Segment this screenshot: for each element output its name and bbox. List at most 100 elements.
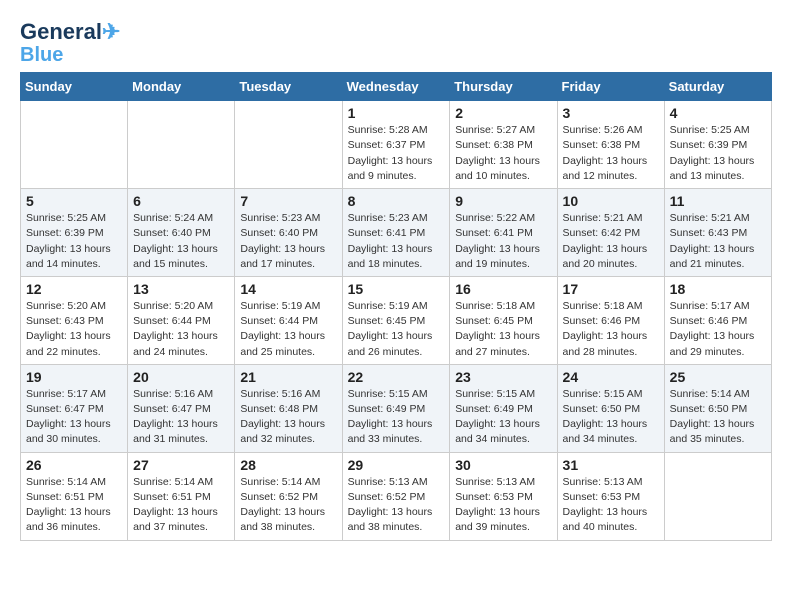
day-detail: Sunrise: 5:20 AM Sunset: 6:43 PM Dayligh… bbox=[26, 299, 122, 360]
day-number: 22 bbox=[348, 369, 445, 385]
day-detail: Sunrise: 5:17 AM Sunset: 6:47 PM Dayligh… bbox=[26, 387, 122, 448]
day-number: 6 bbox=[133, 193, 229, 209]
day-number: 31 bbox=[563, 457, 659, 473]
day-detail: Sunrise: 5:16 AM Sunset: 6:47 PM Dayligh… bbox=[133, 387, 229, 448]
day-number: 27 bbox=[133, 457, 229, 473]
day-number: 2 bbox=[455, 105, 551, 121]
day-number: 11 bbox=[670, 193, 766, 209]
day-detail: Sunrise: 5:17 AM Sunset: 6:46 PM Dayligh… bbox=[670, 299, 766, 360]
calendar-cell: 5 Sunrise: 5:25 AM Sunset: 6:39 PM Daylig… bbox=[21, 189, 128, 277]
day-number: 12 bbox=[26, 281, 122, 297]
day-detail: Sunrise: 5:18 AM Sunset: 6:46 PM Dayligh… bbox=[563, 299, 659, 360]
calendar-cell bbox=[21, 101, 128, 189]
calendar-header-row: SundayMondayTuesdayWednesdayThursdayFrid… bbox=[21, 73, 772, 101]
calendar-cell: 11 Sunrise: 5:21 AM Sunset: 6:43 PM Dayli… bbox=[664, 189, 771, 277]
day-detail: Sunrise: 5:13 AM Sunset: 6:53 PM Dayligh… bbox=[563, 475, 659, 536]
calendar-cell: 26 Sunrise: 5:14 AM Sunset: 6:51 PM Dayli… bbox=[21, 452, 128, 540]
day-number: 18 bbox=[670, 281, 766, 297]
calendar-cell: 8 Sunrise: 5:23 AM Sunset: 6:41 PM Daylig… bbox=[342, 189, 450, 277]
calendar-cell: 12 Sunrise: 5:20 AM Sunset: 6:43 PM Dayli… bbox=[21, 276, 128, 364]
calendar-cell: 16 Sunrise: 5:18 AM Sunset: 6:45 PM Dayli… bbox=[450, 276, 557, 364]
day-detail: Sunrise: 5:15 AM Sunset: 6:49 PM Dayligh… bbox=[455, 387, 551, 448]
calendar-cell bbox=[664, 452, 771, 540]
calendar-week-row: 12 Sunrise: 5:20 AM Sunset: 6:43 PM Dayli… bbox=[21, 276, 772, 364]
day-number: 1 bbox=[348, 105, 445, 121]
logo: General✈ Blue bbox=[20, 20, 120, 66]
calendar-cell: 13 Sunrise: 5:20 AM Sunset: 6:44 PM Dayli… bbox=[128, 276, 235, 364]
day-number: 14 bbox=[240, 281, 336, 297]
day-number: 15 bbox=[348, 281, 445, 297]
day-number: 19 bbox=[26, 369, 122, 385]
calendar-cell: 21Sunrise: 5:16 AM Sunset: 6:48 PM Dayli… bbox=[235, 364, 342, 452]
calendar-cell: 14 Sunrise: 5:19 AM Sunset: 6:44 PM Dayli… bbox=[235, 276, 342, 364]
day-number: 28 bbox=[240, 457, 336, 473]
day-detail: Sunrise: 5:14 AM Sunset: 6:50 PM Dayligh… bbox=[670, 387, 766, 448]
calendar-table: SundayMondayTuesdayWednesdayThursdayFrid… bbox=[20, 72, 772, 540]
day-detail: Sunrise: 5:24 AM Sunset: 6:40 PM Dayligh… bbox=[133, 211, 229, 272]
day-detail: Sunrise: 5:25 AM Sunset: 6:39 PM Dayligh… bbox=[26, 211, 122, 272]
calendar-cell: 1Sunrise: 5:28 AM Sunset: 6:37 PM Daylig… bbox=[342, 101, 450, 189]
day-detail: Sunrise: 5:14 AM Sunset: 6:51 PM Dayligh… bbox=[133, 475, 229, 536]
calendar-cell bbox=[235, 101, 342, 189]
day-number: 7 bbox=[240, 193, 336, 209]
day-detail: Sunrise: 5:16 AM Sunset: 6:48 PM Dayligh… bbox=[240, 387, 336, 448]
day-number: 3 bbox=[563, 105, 659, 121]
day-detail: Sunrise: 5:14 AM Sunset: 6:51 PM Dayligh… bbox=[26, 475, 122, 536]
calendar-cell: 9 Sunrise: 5:22 AM Sunset: 6:41 PM Daylig… bbox=[450, 189, 557, 277]
day-number: 24 bbox=[563, 369, 659, 385]
calendar-cell: 27 Sunrise: 5:14 AM Sunset: 6:51 PM Dayli… bbox=[128, 452, 235, 540]
day-number: 17 bbox=[563, 281, 659, 297]
calendar-cell: 23 Sunrise: 5:15 AM Sunset: 6:49 PM Dayli… bbox=[450, 364, 557, 452]
calendar-cell: 24 Sunrise: 5:15 AM Sunset: 6:50 PM Dayli… bbox=[557, 364, 664, 452]
calendar-cell: 7 Sunrise: 5:23 AM Sunset: 6:40 PM Daylig… bbox=[235, 189, 342, 277]
day-detail: Sunrise: 5:20 AM Sunset: 6:44 PM Dayligh… bbox=[133, 299, 229, 360]
day-detail: Sunrise: 5:18 AM Sunset: 6:45 PM Dayligh… bbox=[455, 299, 551, 360]
day-number: 5 bbox=[26, 193, 122, 209]
day-number: 29 bbox=[348, 457, 445, 473]
calendar-cell: 2 Sunrise: 5:27 AM Sunset: 6:38 PM Daylig… bbox=[450, 101, 557, 189]
day-number: 20 bbox=[133, 369, 229, 385]
day-number: 13 bbox=[133, 281, 229, 297]
day-detail: Sunrise: 5:26 AM Sunset: 6:38 PM Dayligh… bbox=[563, 123, 659, 184]
day-detail: Sunrise: 5:15 AM Sunset: 6:49 PM Dayligh… bbox=[348, 387, 445, 448]
column-header-monday: Monday bbox=[128, 73, 235, 101]
day-number: 9 bbox=[455, 193, 551, 209]
calendar-cell: 15Sunrise: 5:19 AM Sunset: 6:45 PM Dayli… bbox=[342, 276, 450, 364]
column-header-friday: Friday bbox=[557, 73, 664, 101]
column-header-sunday: Sunday bbox=[21, 73, 128, 101]
calendar-cell: 17 Sunrise: 5:18 AM Sunset: 6:46 PM Dayli… bbox=[557, 276, 664, 364]
page-header: General✈ Blue bbox=[20, 20, 772, 66]
column-header-tuesday: Tuesday bbox=[235, 73, 342, 101]
day-detail: Sunrise: 5:13 AM Sunset: 6:53 PM Dayligh… bbox=[455, 475, 551, 536]
day-number: 8 bbox=[348, 193, 445, 209]
day-detail: Sunrise: 5:13 AM Sunset: 6:52 PM Dayligh… bbox=[348, 475, 445, 536]
day-detail: Sunrise: 5:21 AM Sunset: 6:43 PM Dayligh… bbox=[670, 211, 766, 272]
calendar-cell: 25 Sunrise: 5:14 AM Sunset: 6:50 PM Dayli… bbox=[664, 364, 771, 452]
day-number: 25 bbox=[670, 369, 766, 385]
calendar-week-row: 19 Sunrise: 5:17 AM Sunset: 6:47 PM Dayli… bbox=[21, 364, 772, 452]
calendar-cell: 6 Sunrise: 5:24 AM Sunset: 6:40 PM Daylig… bbox=[128, 189, 235, 277]
day-number: 26 bbox=[26, 457, 122, 473]
calendar-week-row: 5 Sunrise: 5:25 AM Sunset: 6:39 PM Daylig… bbox=[21, 189, 772, 277]
logo-subtext: Blue bbox=[20, 44, 63, 66]
calendar-week-row: 26 Sunrise: 5:14 AM Sunset: 6:51 PM Dayli… bbox=[21, 452, 772, 540]
calendar-cell: 10 Sunrise: 5:21 AM Sunset: 6:42 PM Dayli… bbox=[557, 189, 664, 277]
calendar-cell: 30 Sunrise: 5:13 AM Sunset: 6:53 PM Dayli… bbox=[450, 452, 557, 540]
day-detail: Sunrise: 5:23 AM Sunset: 6:41 PM Dayligh… bbox=[348, 211, 445, 272]
day-number: 30 bbox=[455, 457, 551, 473]
calendar-cell: 18 Sunrise: 5:17 AM Sunset: 6:46 PM Dayli… bbox=[664, 276, 771, 364]
day-detail: Sunrise: 5:23 AM Sunset: 6:40 PM Dayligh… bbox=[240, 211, 336, 272]
day-detail: Sunrise: 5:21 AM Sunset: 6:42 PM Dayligh… bbox=[563, 211, 659, 272]
day-detail: Sunrise: 5:22 AM Sunset: 6:41 PM Dayligh… bbox=[455, 211, 551, 272]
day-detail: Sunrise: 5:27 AM Sunset: 6:38 PM Dayligh… bbox=[455, 123, 551, 184]
day-detail: Sunrise: 5:14 AM Sunset: 6:52 PM Dayligh… bbox=[240, 475, 336, 536]
day-number: 4 bbox=[670, 105, 766, 121]
day-number: 16 bbox=[455, 281, 551, 297]
day-detail: Sunrise: 5:19 AM Sunset: 6:44 PM Dayligh… bbox=[240, 299, 336, 360]
day-number: 23 bbox=[455, 369, 551, 385]
calendar-week-row: 1Sunrise: 5:28 AM Sunset: 6:37 PM Daylig… bbox=[21, 101, 772, 189]
day-detail: Sunrise: 5:15 AM Sunset: 6:50 PM Dayligh… bbox=[563, 387, 659, 448]
calendar-cell: 3 Sunrise: 5:26 AM Sunset: 6:38 PM Daylig… bbox=[557, 101, 664, 189]
day-number: 10 bbox=[563, 193, 659, 209]
day-detail: Sunrise: 5:25 AM Sunset: 6:39 PM Dayligh… bbox=[670, 123, 766, 184]
